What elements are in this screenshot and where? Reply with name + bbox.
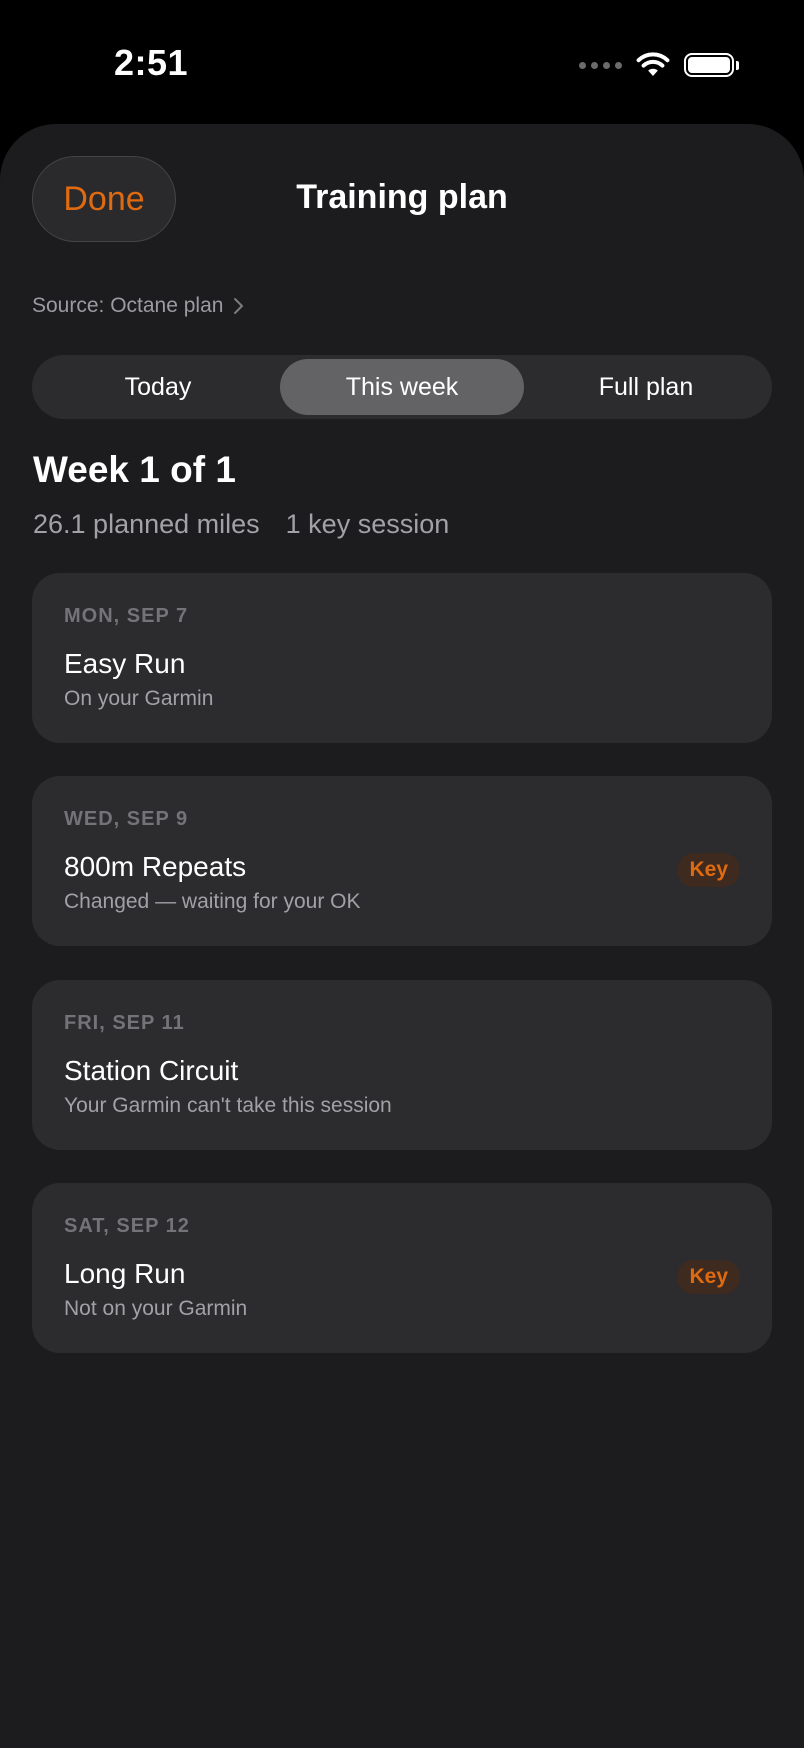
session-card[interactable]: SAT, SEP 12 Long Run Not on your Garmin … (32, 1183, 772, 1353)
session-date: FRI, SEP 11 (64, 1012, 185, 1034)
status-bar: 2:51 (0, 0, 804, 124)
session-card[interactable]: MON, SEP 7 Easy Run On your Garmin (32, 573, 772, 743)
session-date: SAT, SEP 12 (64, 1215, 190, 1237)
session-name: Easy Run (64, 648, 186, 679)
key-session-badge: Key (677, 853, 740, 887)
segment-full-plan[interactable]: Full plan (524, 359, 768, 415)
session-date: WED, SEP 9 (64, 808, 189, 830)
session-card[interactable]: FRI, SEP 11 Station Circuit Your Garmin … (32, 980, 772, 1150)
session-status: Your Garmin can't take this session (64, 1094, 392, 1117)
session-name: Long Run (64, 1258, 186, 1289)
session-status: Changed — waiting for your OK (64, 890, 361, 913)
key-session-badge: Key (677, 1260, 740, 1294)
week-summary: 26.1 planned miles 1 key session (33, 509, 449, 540)
planned-miles: 26.1 planned miles (33, 509, 260, 539)
page-title: Training plan (296, 178, 508, 216)
week-title: Week 1 of 1 (33, 449, 236, 490)
chevron-right-icon (234, 298, 244, 314)
source-label: Source: Octane plan (32, 294, 224, 317)
session-name: Station Circuit (64, 1055, 239, 1086)
cellular-signal-icon (579, 61, 622, 69)
session-status: On your Garmin (64, 687, 214, 710)
battery-icon (684, 53, 739, 77)
wifi-icon (636, 52, 670, 76)
session-card[interactable]: WED, SEP 9 800m Repeats Changed — waitin… (32, 776, 772, 946)
segment-this-week[interactable]: This week (280, 359, 524, 415)
status-time: 2:51 (114, 42, 189, 83)
source-link[interactable]: Source: Octane plan (32, 294, 244, 318)
key-session-count: 1 key session (285, 509, 450, 539)
segment-today[interactable]: Today (36, 359, 280, 415)
session-status: Not on your Garmin (64, 1297, 248, 1320)
view-segmented-control: Today This week Full plan (32, 355, 772, 419)
session-name: 800m Repeats (64, 851, 247, 882)
session-date: MON, SEP 7 (64, 605, 189, 627)
status-icons (579, 48, 739, 82)
training-plan-sheet: Done Training plan Source: Octane plan T… (0, 124, 804, 1748)
